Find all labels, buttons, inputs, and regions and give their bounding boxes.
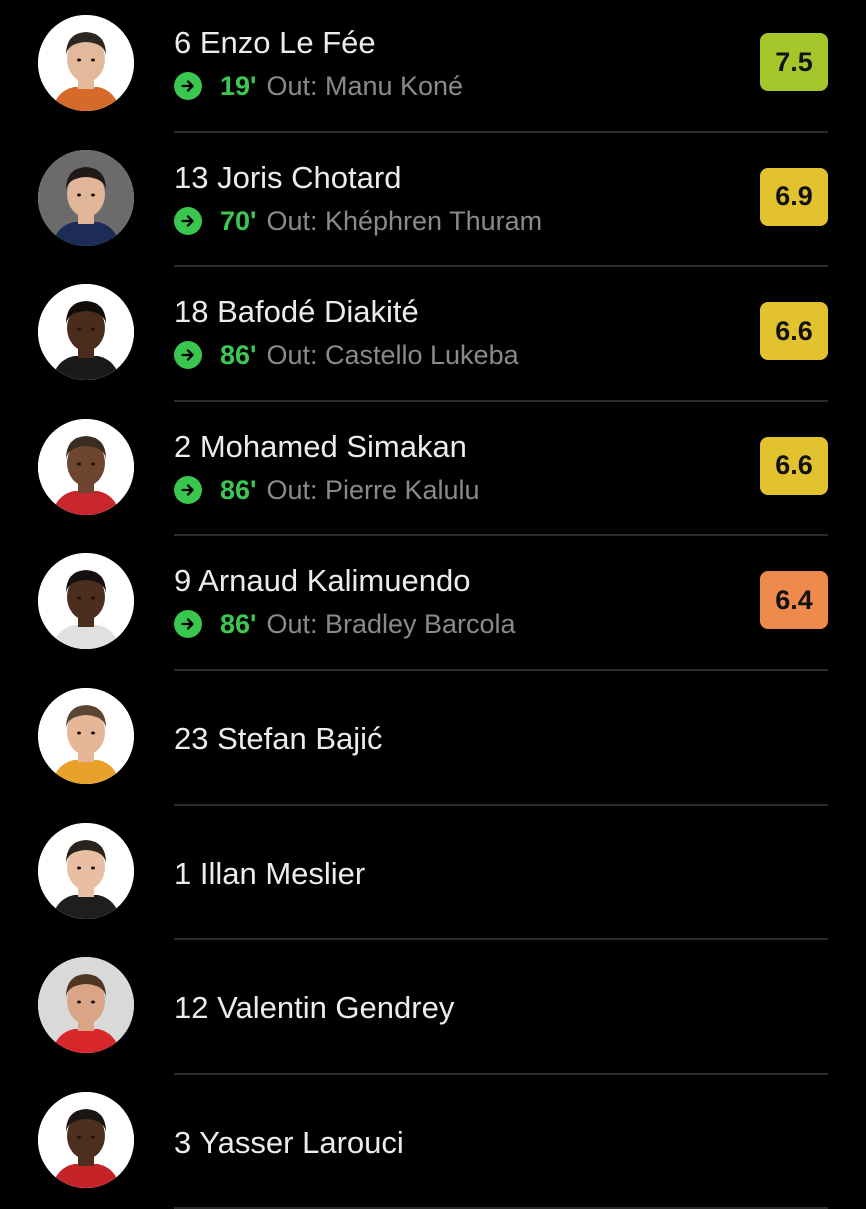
player-row[interactable]: 13 Joris Chotard 70' Out: Khéphren Thuram… — [0, 133, 866, 268]
player-info: 6 Enzo Le Fée 19' Out: Manu Koné — [174, 25, 746, 101]
player-avatar — [38, 149, 134, 246]
substitution-info: 86' Out: Pierre Kalulu — [174, 475, 746, 505]
sub-in-arrow-icon — [174, 206, 202, 235]
player-row[interactable]: 23 Stefan Bajić — [0, 671, 866, 806]
player-row[interactable]: 6 Enzo Le Fée 19' Out: Manu Koné 7.5 — [0, 0, 866, 133]
sub-minute: 70' — [220, 205, 257, 236]
player-info: 2 Mohamed Simakan 86' Out: Pierre Kalulu — [174, 429, 746, 505]
sub-out-player: Out: Pierre Kalulu — [266, 474, 480, 505]
sub-in-arrow-icon — [174, 341, 202, 370]
player-avatar — [38, 957, 134, 1054]
player-rating-badge: 6.6 — [760, 302, 828, 361]
player-avatar — [38, 15, 134, 111]
substitution-info: 70' Out: Khéphren Thuram — [174, 206, 746, 236]
player-row[interactable]: 9 Arnaud Kalimuendo 86' Out: Bradley Barc… — [0, 536, 866, 671]
sub-out-player: Out: Khéphren Thuram — [266, 205, 543, 236]
player-avatar — [38, 418, 134, 515]
sub-in-arrow-icon — [174, 475, 202, 504]
player-info: 9 Arnaud Kalimuendo 86' Out: Bradley Barc… — [174, 563, 746, 639]
player-avatar — [38, 687, 134, 784]
player-avatar — [38, 822, 134, 919]
player-rating-badge: 6.6 — [760, 436, 828, 495]
player-avatar — [38, 553, 134, 650]
player-row[interactable]: 3 Yasser Larouci — [0, 1075, 866, 1209]
player-row[interactable]: 1 Illan Meslier — [0, 806, 866, 941]
player-info: 12 Valentin Gendrey — [174, 990, 746, 1026]
sub-out-player: Out: Bradley Barcola — [266, 609, 516, 640]
player-avatar — [38, 1091, 134, 1188]
player-info: 18 Bafodé Diakité 86' Out: Castello Lukeb… — [174, 294, 746, 370]
player-info: 13 Joris Chotard 70' Out: Khéphren Thuram — [174, 160, 746, 236]
sub-minute: 86' — [220, 340, 257, 371]
player-name: 23 Stefan Bajić — [174, 720, 383, 756]
sub-minute: 86' — [220, 609, 257, 640]
sub-out-player: Out: Manu Koné — [266, 71, 464, 101]
player-row[interactable]: 12 Valentin Gendrey — [0, 940, 866, 1075]
player-name: 3 Yasser Larouci — [174, 1124, 404, 1160]
sub-minute: 86' — [220, 474, 257, 505]
player-info: 23 Stefan Bajić — [174, 721, 746, 757]
player-name: 2 Mohamed Simakan — [174, 428, 467, 464]
player-info: 1 Illan Meslier — [174, 856, 746, 892]
sub-in-arrow-icon — [174, 610, 202, 639]
player-rating-badge: 6.9 — [760, 167, 828, 226]
player-name: 18 Bafodé Diakité — [174, 294, 419, 330]
substitution-info: 86' Out: Castello Lukeba — [174, 340, 746, 370]
sub-minute: 19' — [220, 71, 257, 101]
substitution-info: 86' Out: Bradley Barcola — [174, 609, 746, 639]
player-row[interactable]: 2 Mohamed Simakan 86' Out: Pierre Kalulu 6… — [0, 402, 866, 537]
player-rating-badge: 7.5 — [760, 33, 828, 91]
sub-out-player: Out: Castello Lukeba — [266, 340, 519, 371]
player-info: 3 Yasser Larouci — [174, 1125, 746, 1161]
player-name: 6 Enzo Le Fée — [174, 25, 376, 60]
player-avatar — [38, 284, 134, 381]
sub-in-arrow-icon — [174, 72, 202, 100]
player-name: 13 Joris Chotard — [174, 159, 402, 195]
bench-player-list: 6 Enzo Le Fée 19' Out: Manu Koné 7.5 13 Jo… — [0, 0, 866, 1209]
player-name: 1 Illan Meslier — [174, 855, 366, 891]
player-name: 12 Valentin Gendrey — [174, 990, 455, 1026]
player-row[interactable]: 18 Bafodé Diakité 86' Out: Castello Lukeb… — [0, 267, 866, 402]
player-rating-badge: 6.4 — [760, 571, 828, 630]
player-name: 9 Arnaud Kalimuendo — [174, 563, 471, 599]
substitution-info: 19' Out: Manu Koné — [174, 71, 746, 101]
